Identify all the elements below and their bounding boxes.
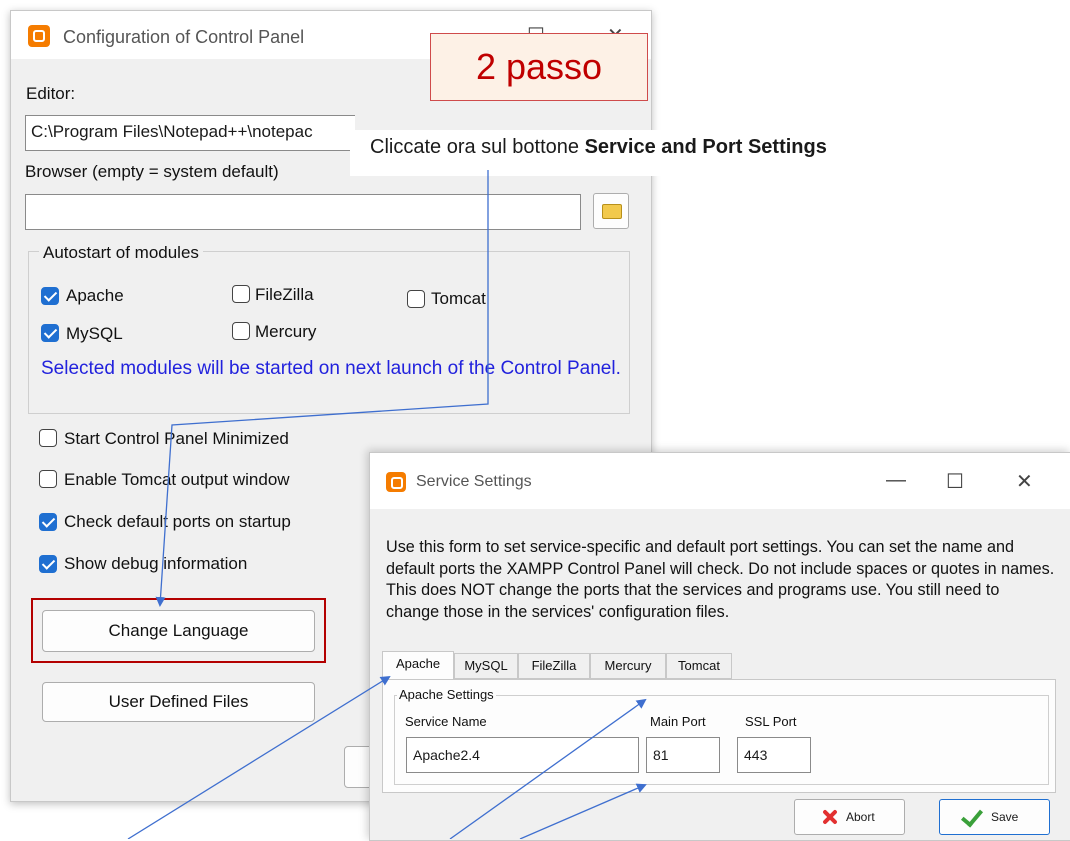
main-port-label: Main Port [650, 714, 706, 729]
xampp-logo-icon [386, 472, 406, 492]
tab-mercury[interactable]: Mercury [590, 653, 666, 679]
service-name-input[interactable]: Apache2.4 [406, 737, 639, 773]
save-button[interactable]: Save [939, 799, 1050, 835]
filezilla-autostart-label: FileZilla [255, 285, 314, 304]
abort-x-icon [821, 809, 837, 825]
service-name-label: Service Name [405, 714, 487, 729]
tab-filezilla[interactable]: FileZilla [518, 653, 590, 679]
service-description: Use this form to set service-specific an… [386, 538, 1055, 621]
mercury-autostart-label: Mercury [255, 322, 317, 341]
abort-label: Abort [846, 810, 875, 824]
change-language-button[interactable]: Change Language [42, 610, 315, 652]
browser-label: Browser (empty = system default) [25, 162, 279, 181]
main-port-input[interactable]: 81 [646, 737, 720, 773]
tomcat-autostart-label: Tomcat [431, 289, 486, 308]
editor-label: Editor: [26, 84, 76, 103]
autostart-title: Autostart of modules [39, 243, 203, 263]
mysql-autostart-checkbox[interactable] [41, 324, 59, 342]
tomcat-output-label: Enable Tomcat output window [64, 470, 290, 489]
mysql-autostart-label: MySQL [66, 324, 123, 343]
autostart-note: Selected modules will be started on next… [41, 358, 621, 379]
save-check-icon [960, 804, 984, 828]
filezilla-autostart-checkbox[interactable] [232, 285, 250, 303]
abort-button[interactable]: Abort [794, 799, 905, 835]
step-callout: 2 passo [430, 33, 648, 101]
service-settings-window: Service Settings — ☐ ✕ Use this form to … [369, 452, 1070, 841]
service-minimize-icon[interactable]: — [886, 469, 906, 492]
folder-icon [602, 204, 622, 219]
browser-input[interactable] [25, 194, 581, 230]
apache-autostart-checkbox[interactable] [41, 287, 59, 305]
xampp-logo-icon [28, 25, 50, 47]
tomcat-autostart-checkbox[interactable] [407, 290, 425, 308]
apache-autostart-label: Apache [66, 286, 124, 305]
instruction-bold: Service and Port Settings [584, 136, 827, 158]
ssl-port-label: SSL Port [745, 714, 797, 729]
debug-info-checkbox[interactable] [39, 555, 57, 573]
service-close-icon[interactable]: ✕ [1016, 469, 1033, 494]
start-minimized-label: Start Control Panel Minimized [64, 429, 289, 448]
service-titlebar: Service Settings — ☐ ✕ [370, 453, 1070, 509]
debug-info-label: Show debug information [64, 554, 248, 573]
check-ports-checkbox[interactable] [39, 513, 57, 531]
editor-input[interactable]: C:\Program Files\Notepad++\notepac [25, 115, 355, 151]
mercury-autostart-checkbox[interactable] [232, 322, 250, 340]
config-title: Configuration of Control Panel [63, 27, 305, 47]
check-ports-label: Check default ports on startup [64, 512, 291, 531]
tab-mysql[interactable]: MySQL [454, 653, 518, 679]
tab-tomcat[interactable]: Tomcat [666, 653, 732, 679]
user-defined-files-button[interactable]: User Defined Files [42, 682, 315, 722]
ssl-port-input[interactable]: 443 [737, 737, 811, 773]
tomcat-output-checkbox[interactable] [39, 470, 57, 488]
service-window-title: Service Settings [416, 473, 532, 490]
service-maximize-icon[interactable]: ☐ [946, 469, 964, 494]
apache-settings-title: Apache Settings [397, 687, 496, 702]
tab-apache[interactable]: Apache [382, 651, 454, 680]
instruction-prefix: Cliccate ora sul bottone [370, 136, 585, 158]
apache-tab-panel: Apache Settings Service Name Main Port S… [382, 679, 1056, 793]
start-minimized-checkbox[interactable] [39, 429, 57, 447]
browse-folder-button[interactable] [593, 193, 629, 229]
save-label: Save [991, 810, 1019, 824]
instruction-text: Cliccate ora sul bottone Service and Por… [350, 130, 990, 176]
